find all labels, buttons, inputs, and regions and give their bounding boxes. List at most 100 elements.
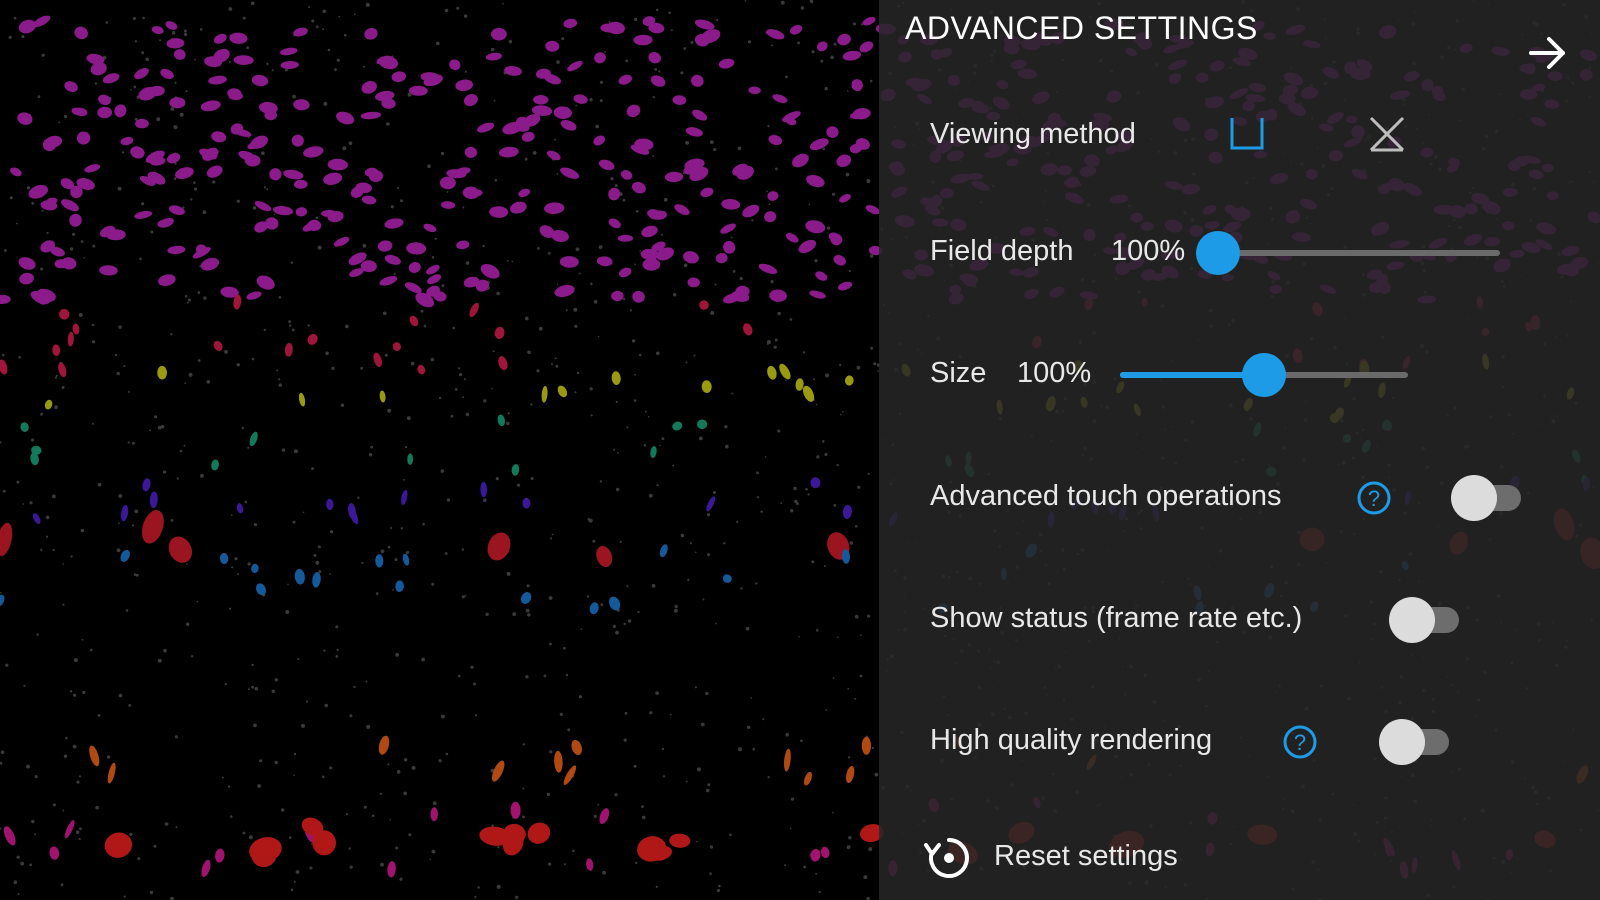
show-status-toggle-thumb <box>1389 597 1435 643</box>
speckle <box>29 501 33 505</box>
advanced-touch-toggle[interactable] <box>1451 475 1523 521</box>
viewing-method-label: Viewing method <box>930 118 1136 150</box>
speckle <box>206 380 211 384</box>
speckle <box>174 81 177 84</box>
speckle <box>173 125 178 130</box>
speckle <box>251 663 254 667</box>
speckle <box>360 366 363 370</box>
speckle <box>663 197 668 202</box>
speckle <box>444 552 448 555</box>
speckle <box>578 272 581 275</box>
scene-dot <box>816 41 828 52</box>
high-quality-toggle[interactable] <box>1379 719 1451 765</box>
scene-dot <box>489 206 509 218</box>
speckle <box>400 199 403 203</box>
speckle <box>441 284 445 288</box>
parallel-view-button[interactable] <box>1227 114 1267 154</box>
speckle <box>586 595 590 598</box>
speckle <box>0 750 5 754</box>
speckle <box>247 688 250 691</box>
scene-dot <box>697 419 708 430</box>
speckle <box>613 448 616 451</box>
speckle <box>863 875 868 879</box>
speckle <box>600 603 604 607</box>
speckle <box>465 412 470 417</box>
speckle <box>380 549 385 554</box>
speckle <box>431 849 436 854</box>
speckle <box>387 545 391 549</box>
speckle <box>404 445 407 449</box>
speckle <box>647 416 650 418</box>
scene-dot <box>480 481 488 498</box>
speckle <box>254 686 259 691</box>
speckle <box>589 387 593 391</box>
advanced-touch-help-button[interactable]: ? <box>1356 480 1392 516</box>
scene-dot <box>772 94 788 104</box>
scene-dot <box>792 153 809 168</box>
speckle <box>97 714 101 717</box>
scene-dot <box>323 172 343 185</box>
high-quality-help-button[interactable]: ? <box>1282 724 1318 760</box>
speckle <box>593 300 598 304</box>
speckle <box>289 324 292 327</box>
cross-view-button[interactable] <box>1367 114 1407 154</box>
speckle <box>784 864 787 867</box>
speckle <box>465 261 470 265</box>
speckle <box>811 560 815 564</box>
speckle <box>421 657 425 662</box>
scene-dot <box>233 55 254 66</box>
scene-dot <box>768 134 783 146</box>
field-depth-slider-thumb[interactable] <box>1196 231 1240 275</box>
speckle <box>307 324 310 327</box>
speckle <box>246 46 250 50</box>
scene-dot <box>560 119 577 131</box>
speckle <box>473 682 477 686</box>
speckle <box>830 55 834 60</box>
speckle <box>565 673 569 677</box>
speckle <box>649 711 653 715</box>
show-status-toggle[interactable] <box>1389 597 1461 643</box>
field-depth-slider[interactable] <box>1196 231 1500 275</box>
speckle <box>756 471 759 475</box>
speckle <box>766 190 768 193</box>
speckle <box>23 684 26 687</box>
speckle <box>839 364 842 367</box>
scene-dot <box>758 263 778 275</box>
scene-dot <box>0 294 11 305</box>
speckle <box>153 415 158 419</box>
scene-dot <box>10 167 22 177</box>
speckle <box>567 728 571 732</box>
scene-dot <box>229 32 248 44</box>
scene-dot <box>387 861 396 878</box>
scene-dot <box>541 385 548 403</box>
speckle <box>331 366 335 370</box>
speckle <box>329 530 334 534</box>
scene-dot <box>769 289 787 302</box>
speckle <box>737 747 742 752</box>
scene-dot <box>720 223 736 234</box>
speckle <box>685 361 688 364</box>
speckle <box>625 59 629 63</box>
size-slider-thumb[interactable] <box>1242 353 1286 397</box>
scene-dot <box>743 323 753 336</box>
speckle <box>231 566 234 569</box>
speckle <box>237 573 240 576</box>
speckle <box>832 677 835 679</box>
speckle <box>441 714 445 719</box>
scene-dot <box>511 464 520 476</box>
speckle <box>710 311 715 315</box>
scene-dot <box>844 375 854 386</box>
size-slider[interactable] <box>1120 353 1408 397</box>
speckle <box>483 399 487 403</box>
speckle <box>595 124 599 129</box>
close-panel-button[interactable] <box>1525 30 1571 76</box>
speckle <box>593 814 597 819</box>
scene-dot <box>567 60 583 72</box>
scene-dot <box>74 26 88 40</box>
speckle <box>427 164 431 168</box>
scene-dot <box>620 170 633 180</box>
scene-dot <box>293 179 308 189</box>
scene-dot <box>701 380 712 393</box>
speckle <box>234 557 238 561</box>
scene-dot <box>498 146 519 158</box>
